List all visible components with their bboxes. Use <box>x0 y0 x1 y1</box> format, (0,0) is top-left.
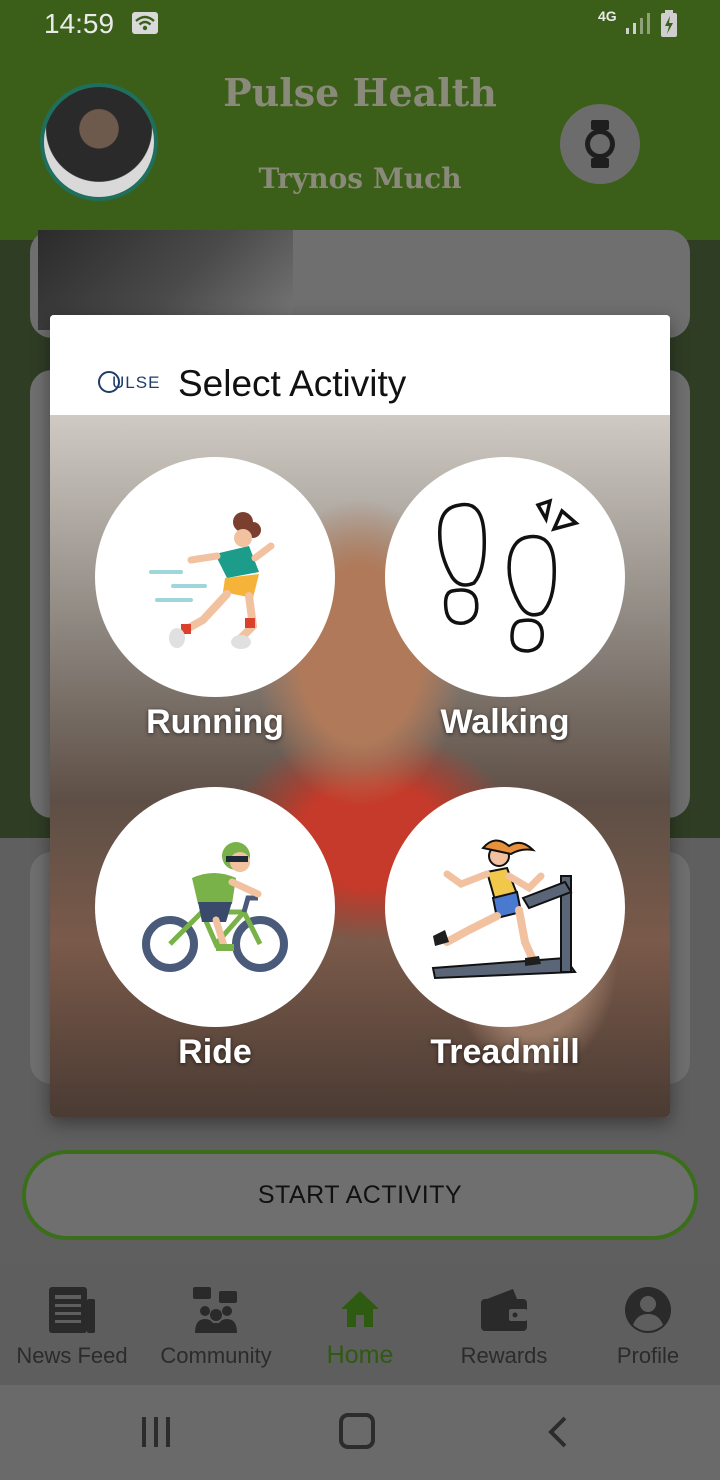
status-bar: 14:59 4G <box>0 0 720 50</box>
nav-label: News Feed <box>16 1343 128 1368</box>
profile-icon <box>625 1287 671 1333</box>
pulse-logo: ULSE <box>98 369 164 397</box>
treadmill-icon <box>431 839 577 980</box>
watch-icon <box>585 120 615 168</box>
activity-running-label: Running <box>146 703 284 741</box>
nav-item-news-feed[interactable]: News Feed <box>0 1265 144 1385</box>
community-icon <box>193 1287 237 1333</box>
app-header: Pulse Health Trynos Much <box>0 50 720 240</box>
start-activity-button[interactable]: START ACTIVITY <box>22 1150 698 1240</box>
wifi-icon <box>132 12 158 34</box>
nav-label: Home <box>326 1341 394 1369</box>
signal-icon <box>626 13 650 34</box>
newspaper-icon <box>49 1287 95 1333</box>
activity-walking-button[interactable] <box>385 457 625 697</box>
cyclist-icon <box>142 842 288 972</box>
running-person-icon <box>149 512 275 649</box>
home-icon <box>341 1291 379 1327</box>
activity-running-button[interactable] <box>95 457 335 697</box>
system-home-icon[interactable] <box>339 1413 375 1449</box>
smartwatch-button[interactable] <box>560 104 640 184</box>
battery-icon <box>661 10 677 37</box>
recent-apps-icon[interactable] <box>140 1415 172 1449</box>
select-activity-dialog: ULSE Select Activity Running Walking Rid… <box>50 315 670 1117</box>
wallet-icon <box>481 1289 527 1331</box>
bottom-nav: News Feed Community Home Rewards Profile <box>0 1265 720 1385</box>
network-type: 4G <box>598 8 617 24</box>
status-time: 14:59 <box>44 8 115 39</box>
nav-item-community[interactable]: Community <box>144 1265 288 1385</box>
back-icon[interactable] <box>545 1415 571 1449</box>
nav-label: Community <box>160 1343 272 1368</box>
nav-item-profile[interactable]: Profile <box>576 1265 720 1385</box>
activity-ride-label: Ride <box>178 1033 252 1071</box>
dialog-title: Select Activity <box>178 363 407 404</box>
footprints-icon <box>438 498 580 653</box>
nav-item-home[interactable]: Home <box>288 1265 432 1385</box>
nav-item-rewards[interactable]: Rewards <box>432 1265 576 1385</box>
nav-label: Profile <box>616 1343 680 1368</box>
dialog-background-photo: Running Walking Ride Treadmill <box>50 415 670 1117</box>
activity-treadmill-label: Treadmill <box>430 1033 580 1071</box>
activity-walking-label: Walking <box>440 703 570 741</box>
pulse-logo-text: ULSE <box>112 373 161 392</box>
nav-label: Rewards <box>460 1343 548 1368</box>
dialog-header: ULSE Select Activity <box>50 315 670 415</box>
activity-ride-button[interactable] <box>95 787 335 1027</box>
system-nav-bar <box>0 1385 720 1480</box>
activity-treadmill-button[interactable] <box>385 787 625 1027</box>
